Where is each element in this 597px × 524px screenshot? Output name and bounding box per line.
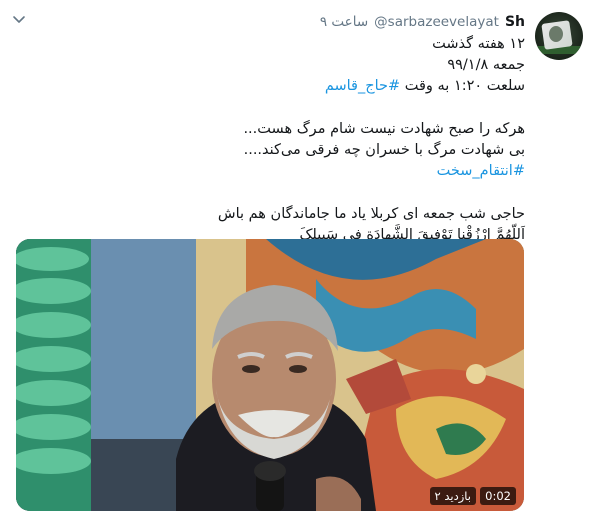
video-duration-badge: 0:02 <box>480 487 516 505</box>
tweet-card[interactable]: ۹ ساعت @sarbazeevelayat Sh ۱۲ هفته گذشت … <box>0 0 597 524</box>
avatar[interactable] <box>535 12 583 60</box>
video-player[interactable]: ۲ بازدید 0:02 <box>16 239 524 511</box>
tweet-line: سلعت ۱:۲۰ به وقت #حاج_قاسم <box>20 76 525 97</box>
tweet-line-text: سلعت ۱:۲۰ به وقت <box>404 78 525 94</box>
tweet-line: هرکه را صبح شهادت نیست شام مرگ هست... <box>243 121 525 137</box>
tweet-line: جمعه ۹۹/۱/۸ <box>447 57 525 73</box>
tweet-header: ۹ ساعت @sarbazeevelayat Sh <box>320 12 525 32</box>
user-handle[interactable]: @sarbazeevelayat <box>374 14 499 30</box>
tweet-time[interactable]: ۹ ساعت <box>320 14 368 30</box>
display-name[interactable]: Sh <box>505 14 525 30</box>
hashtag-link[interactable]: #حاج_قاسم <box>325 78 400 94</box>
chevron-down-icon[interactable] <box>10 10 28 28</box>
tweet-line: ۱۲ هفته گذشت <box>432 36 525 52</box>
tweet-text: ۱۲ هفته گذشت جمعه ۹۹/۱/۸ سلعت ۱:۲۰ به وق… <box>20 34 525 246</box>
video-frame <box>16 239 524 511</box>
hashtag-link[interactable]: #انتقام_سخت <box>20 161 525 182</box>
view-count-badge: ۲ بازدید <box>429 487 476 505</box>
tweet-line: بی شهادت مرگ با خسران چه فرقی می‌کند.... <box>243 142 525 158</box>
tweet-line: حاجی شب جمعه ای کربلا یاد ما جاماندگان ه… <box>217 206 525 222</box>
